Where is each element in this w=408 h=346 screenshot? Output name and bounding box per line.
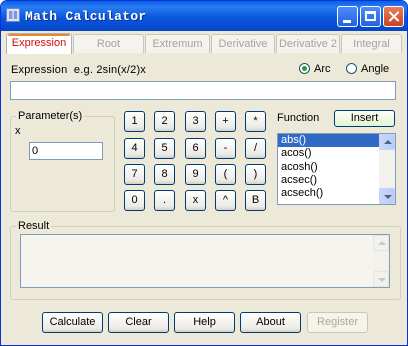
key-6[interactable]: 6 xyxy=(185,138,206,159)
angle-radio[interactable]: Angle xyxy=(346,63,389,77)
result-scroll-down-icon[interactable] xyxy=(373,271,389,287)
key-multiply[interactable]: * xyxy=(245,111,266,132)
key-7[interactable]: 7 xyxy=(124,164,145,185)
key-plus[interactable]: + xyxy=(215,111,236,132)
result-scrollbar[interactable] xyxy=(373,235,389,287)
tab-extremum[interactable]: Extremum xyxy=(145,34,210,53)
key-4[interactable]: 4 xyxy=(124,138,145,159)
key-power[interactable]: ^ xyxy=(215,190,236,211)
maximize-icon xyxy=(361,7,380,26)
key-5[interactable]: 5 xyxy=(154,138,175,159)
tab-derivative[interactable]: Derivative xyxy=(211,34,275,53)
help-button[interactable]: Help xyxy=(174,312,235,333)
key-x[interactable]: x xyxy=(185,190,206,211)
parameters-group: Parameter(s) xyxy=(10,110,115,212)
key-8[interactable]: 8 xyxy=(154,164,175,185)
tab-strip: Expression Root Extremum Derivative Deri… xyxy=(6,33,402,54)
function-list-scrollbar[interactable] xyxy=(379,134,395,204)
tab-integral[interactable]: Integral xyxy=(341,34,402,53)
key-2[interactable]: 2 xyxy=(154,111,175,132)
key-minus[interactable]: - xyxy=(215,138,236,159)
result-group-label: Result xyxy=(16,220,52,232)
key-close-paren[interactable]: ) xyxy=(245,164,266,185)
minimize-icon xyxy=(338,7,357,26)
key-3[interactable]: 3 xyxy=(185,111,206,132)
scroll-up-arrow-icon[interactable] xyxy=(379,134,395,150)
parameters-group-label: Parameter(s) xyxy=(16,110,85,122)
calculator-app-icon[interactable] xyxy=(6,8,20,22)
key-dot[interactable]: . xyxy=(154,190,175,211)
insert-button[interactable]: Insert xyxy=(334,110,395,127)
key-open-paren[interactable]: ( xyxy=(215,164,236,185)
tab-derivative-2[interactable]: Derivative 2 xyxy=(276,34,340,53)
window-title: Math Calculator xyxy=(25,9,147,24)
result-scroll-up-icon[interactable] xyxy=(373,235,389,251)
key-9[interactable]: 9 xyxy=(185,164,206,185)
expression-input[interactable] xyxy=(10,81,396,100)
function-item-acsech[interactable]: acsech() xyxy=(278,187,381,200)
maximize-button[interactable] xyxy=(360,6,381,27)
function-item-acsec[interactable]: acsec() xyxy=(278,174,381,187)
result-output[interactable] xyxy=(20,234,390,288)
app-window: Math Calculator Expression Root Extremum… xyxy=(0,0,408,346)
tab-root[interactable]: Root xyxy=(73,34,144,53)
tab-expression[interactable]: Expression xyxy=(6,33,72,54)
key-0[interactable]: 0 xyxy=(124,190,145,211)
function-listbox[interactable]: abs() acos() acosh() acsec() acsech() xyxy=(277,133,396,205)
key-b[interactable]: B xyxy=(245,190,266,211)
arc-radio-label: Arc xyxy=(314,63,331,75)
parameter-x-label: x xyxy=(15,125,21,137)
expression-label: Expression e.g. 2sin(x/2)x xyxy=(11,64,147,76)
function-label: Function xyxy=(277,112,320,124)
clear-button[interactable]: Clear xyxy=(108,312,169,333)
key-divide[interactable]: / xyxy=(245,138,266,159)
function-item-abs[interactable]: abs() xyxy=(278,134,381,148)
function-item-acos[interactable]: acos() xyxy=(278,147,381,160)
arc-radio-indicator[interactable] xyxy=(299,63,310,74)
scroll-down-arrow-icon[interactable] xyxy=(379,188,395,204)
close-button[interactable] xyxy=(383,6,404,27)
close-icon xyxy=(384,7,403,26)
title-bar[interactable]: Math Calculator xyxy=(1,1,407,31)
function-item-acosh[interactable]: acosh() xyxy=(278,161,381,174)
key-1[interactable]: 1 xyxy=(124,111,145,132)
about-button[interactable]: About xyxy=(240,312,301,333)
calculate-button[interactable]: Calculate xyxy=(42,312,103,333)
register-button[interactable]: Register xyxy=(307,312,368,333)
angle-radio-label: Angle xyxy=(361,63,390,75)
arc-radio[interactable]: Arc xyxy=(299,63,331,77)
minimize-button[interactable] xyxy=(337,6,358,27)
angle-radio-indicator[interactable] xyxy=(346,63,357,74)
parameter-x-input[interactable]: 0 xyxy=(29,142,103,160)
